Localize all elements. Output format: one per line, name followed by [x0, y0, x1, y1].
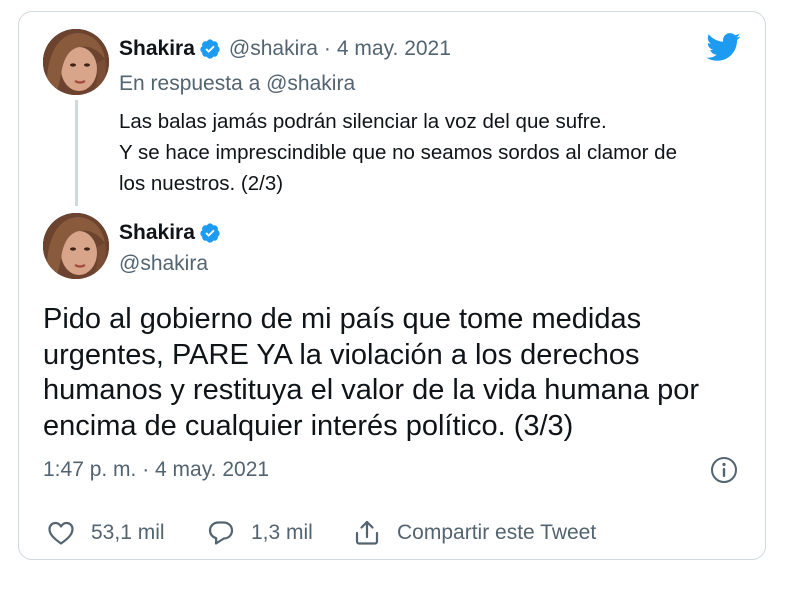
- like-count: 53,1 mil: [91, 521, 165, 544]
- quoted-text-line: Las balas jamás podrán silenciar la voz …: [119, 110, 607, 133]
- reply-context: En respuesta a @shakira: [119, 70, 355, 98]
- reply-to-handle-link[interactable]: @shakira: [266, 72, 355, 95]
- quoted-tweet-header: Shakira @shakira · 4 may. 2021: [119, 35, 451, 63]
- verified-badge-icon: [199, 222, 221, 244]
- quoted-tweet-date[interactable]: 4 may. 2021: [337, 35, 451, 63]
- quoted-author-avatar[interactable]: [43, 29, 109, 95]
- heart-icon: [48, 521, 74, 545]
- quoted-text-line: los nuestros. (2/3): [119, 172, 284, 195]
- share-button[interactable]: Compartir este Tweet: [353, 519, 596, 547]
- share-label: Compartir este Tweet: [397, 521, 597, 544]
- tweet-actions-bar: 53,1 mil 1,3 mil Compartir este Tweet: [47, 518, 596, 548]
- quoted-author-name[interactable]: Shakira: [119, 35, 195, 63]
- thread-connector-line: [75, 100, 78, 206]
- tweet-embed-card: Shakira @shakira · 4 may. 2021 En respue…: [18, 11, 766, 560]
- quoted-tweet-text: Las balas jamás podrán silenciar la voz …: [119, 106, 739, 199]
- main-text-line: Pido al gobierno de mi país que tome med…: [43, 303, 642, 335]
- quoted-text-line: Y se hace imprescindible que no seamos s…: [119, 141, 677, 164]
- tweet-timestamp[interactable]: 1:47 p. m. · 4 may. 2021: [43, 456, 269, 484]
- quoted-author-handle[interactable]: @shakira: [229, 35, 318, 63]
- twitter-bird-icon[interactable]: [705, 32, 741, 62]
- main-text-line: encima de cualquier interés político. (3…: [43, 409, 574, 442]
- avatar-image: [43, 29, 109, 95]
- divider: [43, 502, 743, 503]
- reply-count: 1,3 mil: [251, 521, 313, 544]
- main-text-line: urgentes, PARE YA la violación a los der…: [43, 338, 640, 371]
- main-author-avatar[interactable]: [43, 213, 109, 279]
- share-icon: [355, 520, 379, 545]
- info-icon[interactable]: [709, 455, 739, 485]
- reply-button[interactable]: 1,3 mil: [207, 519, 353, 547]
- header-separator: ·: [323, 37, 331, 60]
- main-author-handle[interactable]: @shakira: [119, 250, 208, 278]
- main-tweet-header: Shakira: [119, 219, 229, 247]
- main-author-name[interactable]: Shakira: [119, 219, 195, 247]
- main-tweet-text: Pido al gobierno de mi país que tome med…: [43, 302, 753, 444]
- verified-badge-icon: [199, 38, 221, 60]
- avatar-image: [43, 213, 109, 279]
- like-button[interactable]: 53,1 mil: [47, 520, 207, 546]
- main-text-line: humanos y restituya el valor de la vida …: [43, 374, 700, 406]
- speech-bubble-icon: [208, 521, 234, 545]
- reply-prefix: En respuesta a: [119, 72, 261, 95]
